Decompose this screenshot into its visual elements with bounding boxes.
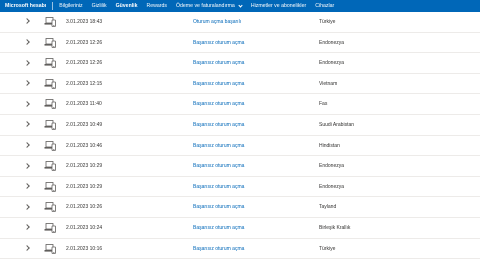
nav-item-1[interactable]: Gizlilik — [92, 3, 107, 9]
activity-date: 2.01.2023 12:15 — [66, 80, 103, 87]
activity-status: Başarısız oturum açma — [193, 121, 245, 128]
chevron-right-icon[interactable] — [24, 162, 30, 169]
chevron-right-icon[interactable] — [24, 59, 30, 66]
nav-item-4[interactable]: Ödeme ve faturalandırma — [176, 2, 243, 9]
device-icon — [44, 17, 56, 27]
activity-status: Başarısız oturum açma — [193, 163, 245, 170]
chevron-right-icon[interactable] — [24, 80, 30, 87]
device-icon — [44, 181, 56, 192]
recent-activity-list: 3.01.2023 18:43 Oturum açma başarılı Türki… — [0, 12, 480, 259]
activity-status: Başarısız oturum açma — [193, 39, 245, 46]
device-icon — [44, 202, 56, 213]
device-icon — [44, 161, 56, 172]
activity-date: 3.01.2023 18:43 — [66, 19, 103, 25]
activity-status: Başarısız oturum açma — [193, 80, 245, 87]
chevron-right-icon[interactable] — [24, 203, 30, 210]
chevron-right-icon[interactable] — [24, 121, 30, 128]
activity-status: Oturum açma başarılı — [193, 19, 242, 25]
activity-row[interactable]: 2.01.2023 10:46 Başarısız oturum açma Hind… — [0, 136, 480, 157]
nav-item-label: Ödeme ve faturalandırma — [176, 3, 235, 9]
account-top-nav: Microsoft hesabı Bilgileriniz Gizlilik Güv… — [0, 0, 480, 12]
nav-item-label: Bilgileriniz — [59, 3, 83, 9]
activity-country: Endonezya — [319, 39, 345, 46]
activity-date: 2.01.2023 10:49 — [66, 121, 103, 128]
chevron-right-icon[interactable] — [24, 224, 30, 231]
chevron-right-icon[interactable] — [24, 183, 30, 189]
activity-row[interactable]: 2.01.2023 10:29 Başarısız oturum açma Endo… — [0, 177, 480, 198]
device-icon — [44, 58, 56, 69]
activity-status: Başarısız oturum açma — [193, 204, 245, 211]
device-icon — [44, 223, 56, 233]
nav-item-0[interactable]: Bilgileriniz — [59, 3, 82, 9]
nav-item-3[interactable]: Rewards — [147, 3, 167, 9]
chevron-right-icon[interactable] — [24, 18, 30, 25]
nav-items: Bilgileriniz Gizlilik Güvenlik Rewards Ödeme… — [59, 2, 343, 9]
device-icon — [44, 78, 56, 89]
activity-date: 2.01.2023 10:26 — [66, 204, 103, 211]
activity-status: Başarısız oturum açma — [193, 183, 245, 190]
activity-date: 2.01.2023 12:26 — [66, 39, 103, 46]
activity-status: Başarısız oturum açma — [193, 101, 245, 108]
device-icon — [44, 120, 56, 130]
activity-row[interactable]: 2.01.2023 10:49 Başarısız oturum açma Suud… — [0, 115, 480, 136]
nav-item-label: Hizmetler ve abonelikler — [250, 3, 307, 9]
chevron-right-icon[interactable] — [24, 142, 30, 148]
activity-country: Suudi Arabistan — [319, 121, 355, 128]
activity-country: Vietnam — [319, 80, 338, 87]
activity-status: Başarısız oturum açma — [193, 245, 245, 252]
brand-title[interactable]: Microsoft hesabı — [5, 3, 46, 9]
activity-row[interactable]: 2.01.2023 11:40 Başarısız oturum açma Fas — [0, 94, 480, 115]
device-icon — [44, 37, 56, 48]
activity-status: Başarısız oturum açma — [193, 224, 245, 231]
activity-country: Tayland — [319, 204, 337, 211]
nav-item-6[interactable]: Cihazlar — [315, 3, 334, 9]
nav-item-5[interactable]: Hizmetler ve abonelikler — [251, 3, 306, 9]
activity-country: Türkiye — [319, 19, 336, 25]
activity-date: 2.01.2023 11:40 — [66, 101, 102, 108]
nav-item-label: Güvenlik — [115, 3, 138, 9]
activity-row[interactable]: 3.01.2023 18:43 Oturum açma başarılı Türki… — [0, 12, 480, 33]
chevron-right-icon[interactable] — [24, 245, 30, 251]
activity-row[interactable]: 2.01.2023 10:29 Başarısız oturum açma Endo… — [0, 156, 480, 177]
activity-row[interactable]: 2.01.2023 12:15 Başarısız oturum açma Viet… — [0, 74, 480, 95]
nav-item-label: Cihazlar — [315, 3, 335, 9]
activity-country: Endonezya — [319, 60, 345, 67]
device-icon — [44, 140, 56, 151]
activity-country: Fas — [319, 101, 328, 108]
nav-item-2[interactable]: Güvenlik — [116, 3, 138, 9]
nav-divider — [52, 2, 54, 10]
device-icon — [44, 99, 56, 110]
activity-date: 2.01.2023 10:16 — [66, 245, 103, 252]
activity-row[interactable]: 2.01.2023 12:26 Başarısız oturum açma Endo… — [0, 33, 480, 54]
chevron-right-icon[interactable] — [24, 39, 30, 45]
activity-country: Birleşik Krallık — [319, 224, 351, 231]
chevron-down-icon — [238, 2, 243, 8]
activity-row[interactable]: 2.01.2023 10:26 Başarısız oturum açma Tayl… — [0, 197, 480, 218]
activity-country: Türkiye — [319, 245, 336, 252]
activity-date: 2.01.2023 10:29 — [66, 163, 103, 170]
nav-item-label: Gizlilik — [91, 3, 107, 9]
activity-date: 2.01.2023 10:24 — [66, 224, 103, 231]
device-icon — [44, 243, 56, 254]
activity-country: Endonezya — [319, 163, 345, 170]
activity-country: Hindistan — [319, 142, 340, 149]
activity-row[interactable]: 2.01.2023 12:26 Başarısız oturum açma Endo… — [0, 53, 480, 74]
chevron-right-icon[interactable] — [24, 100, 30, 107]
activity-row[interactable]: 2.01.2023 10:24 Başarısız oturum açma Birl… — [0, 218, 480, 239]
activity-date: 2.01.2023 12:26 — [66, 60, 103, 67]
activity-status: Başarısız oturum açma — [193, 60, 245, 67]
activity-status: Başarısız oturum açma — [193, 142, 245, 149]
activity-date: 2.01.2023 10:46 — [66, 142, 103, 149]
activity-date: 2.01.2023 10:29 — [66, 183, 103, 190]
nav-item-label: Rewards — [146, 3, 167, 9]
activity-country: Endonezya — [319, 183, 345, 190]
